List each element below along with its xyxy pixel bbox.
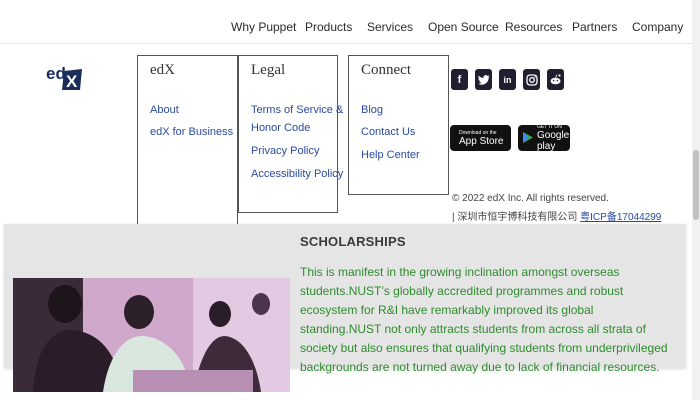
footer-link-contact-us[interactable]: Contact Us — [361, 126, 415, 138]
footer-link-honor-code[interactable]: Honor Code — [251, 122, 310, 134]
nav-open-source[interactable]: Open Source — [428, 20, 499, 34]
footer-column-connect: Connect Blog Contact Us Help Center — [348, 55, 449, 195]
copyright-text: © 2022 edX Inc. All rights reserved. — [452, 193, 609, 204]
icp-line: | 深圳市恒宇博科技有限公司 粤ICP备17044299 — [452, 208, 661, 223]
footer-column-edx-extension — [137, 171, 238, 227]
nav-company[interactable]: Company — [632, 20, 683, 34]
svg-text:ed: ed — [46, 64, 66, 83]
edx-logo[interactable]: ed X — [44, 59, 84, 91]
nav-resources[interactable]: Resources — [505, 20, 562, 34]
instagram-icon[interactable] — [523, 69, 540, 90]
footer-link-privacy-policy[interactable]: Privacy Policy — [251, 145, 319, 157]
footer-heading-legal: Legal — [251, 62, 286, 78]
app-store-small-label: Download on the — [459, 129, 497, 136]
nav-partners[interactable]: Partners — [572, 20, 617, 34]
play-icon — [523, 131, 533, 146]
footer-link-edx-for-business[interactable]: edX for Business — [150, 126, 233, 138]
scrollbar-thumb[interactable] — [693, 150, 699, 220]
reddit-icon[interactable] — [547, 69, 564, 90]
footer-link-blog[interactable]: Blog — [361, 104, 383, 116]
card-title: SCHOLARSHIPS — [300, 234, 406, 249]
footer-link-help-center[interactable]: Help Center — [361, 149, 420, 161]
footer-link-accessibility-policy[interactable]: Accessibility Policy — [251, 168, 343, 180]
google-play-label: Google play — [537, 130, 570, 152]
icp-company: | 深圳市恒宇博科技有限公司 — [452, 212, 581, 223]
linkedin-icon[interactable]: in — [499, 69, 516, 90]
icp-link[interactable]: 粤ICP备17044299 — [580, 212, 661, 223]
card-body-text: This is manifest in the growing inclinat… — [300, 265, 668, 374]
footer-heading-connect: Connect — [361, 62, 411, 78]
top-nav: Why Puppet Products Services Open Source… — [0, 0, 692, 44]
footer-column-legal: Legal Terms of Service & Honor Code Priv… — [238, 55, 343, 213]
footer-link-terms-of-service[interactable]: Terms of Service & — [251, 104, 343, 116]
nav-products[interactable]: Products — [305, 20, 352, 34]
app-store-label: App Store — [459, 135, 504, 147]
page-scrollbar[interactable] — [692, 0, 700, 400]
footer-heading-edx: edX — [150, 62, 175, 78]
nav-services[interactable]: Services — [367, 20, 413, 34]
facebook-icon[interactable]: f — [451, 69, 468, 90]
google-play-button[interactable]: GET IT ON Google play — [518, 124, 570, 152]
footer-column-edx: edX About edX for Business — [137, 55, 238, 172]
twitter-icon[interactable] — [475, 69, 492, 90]
app-store-button[interactable]: Download on the App Store — [450, 125, 511, 151]
students-photo — [13, 278, 290, 392]
svg-text:X: X — [66, 72, 78, 91]
nav-why-puppet[interactable]: Why Puppet — [231, 20, 296, 34]
footer-link-about[interactable]: About — [150, 104, 179, 116]
